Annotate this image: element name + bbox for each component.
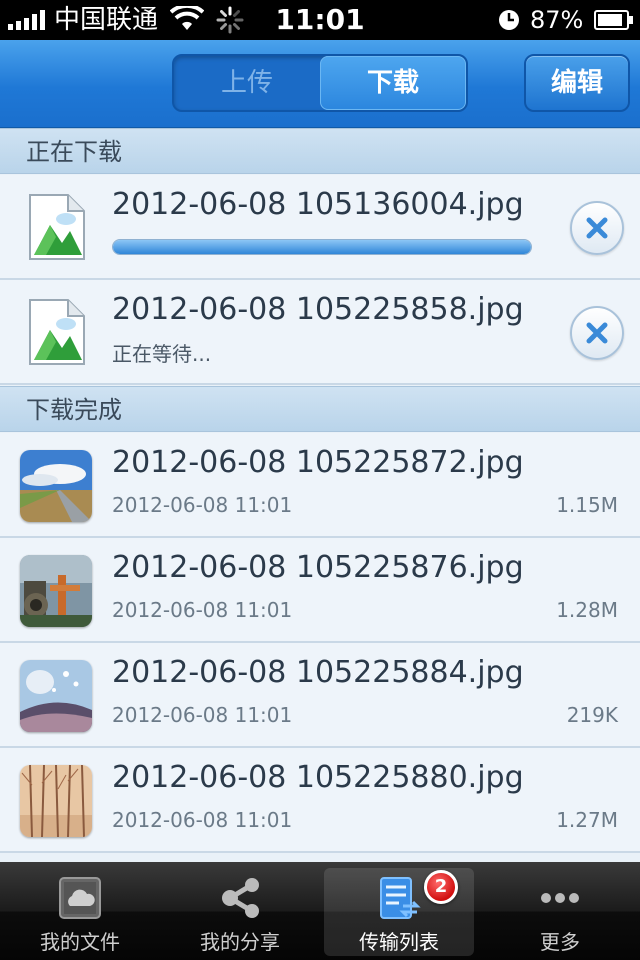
cancel-download-button[interactable] bbox=[570, 306, 624, 360]
tab-more[interactable]: 更多 bbox=[485, 868, 635, 956]
upload-download-segmented-control: 上传 下载 bbox=[172, 54, 468, 112]
file-size: 1.28M bbox=[556, 598, 618, 622]
image-file-icon bbox=[29, 194, 85, 260]
status-bar: 中国联通 11:01 87% bbox=[0, 0, 640, 40]
battery-icon bbox=[594, 10, 633, 30]
tab-label: 我的文件 bbox=[40, 930, 120, 954]
file-name: 2012-06-08 105225884.jpg bbox=[112, 655, 524, 690]
file-name: 2012-06-08 105225872.jpg bbox=[112, 445, 524, 480]
industrial-photo-thumbnail bbox=[20, 555, 92, 627]
more-icon bbox=[541, 893, 579, 903]
transfer-count-badge: 2 bbox=[424, 870, 458, 904]
close-icon bbox=[586, 322, 608, 344]
tab-transfer-list[interactable]: 2 传输列表 bbox=[324, 868, 474, 956]
dandelion-photo-thumbnail bbox=[20, 660, 92, 732]
clock-icon bbox=[499, 10, 519, 30]
transfer-list-icon bbox=[380, 877, 421, 919]
completed-file-row[interactable]: 2012-06-08 105225876.jpg 2012-06-08 11:0… bbox=[0, 538, 640, 643]
cancel-download-button[interactable] bbox=[570, 201, 624, 255]
close-icon bbox=[586, 217, 608, 239]
file-name: 2012-06-08 105136004.jpg bbox=[112, 187, 524, 222]
download-row[interactable]: 2012-06-08 105136004.jpg bbox=[0, 175, 640, 280]
completed-file-row[interactable]: 2012-06-08 105225880.jpg 2012-06-08 11:0… bbox=[0, 748, 640, 853]
file-size: 219K bbox=[566, 703, 618, 727]
completed-file-row[interactable]: 2012-06-08 105225884.jpg 2012-06-08 11:0… bbox=[0, 643, 640, 748]
section-header-completed: 下载完成 bbox=[0, 386, 640, 432]
file-date: 2012-06-08 11:01 bbox=[112, 493, 293, 517]
section-header-downloading: 正在下载 bbox=[0, 128, 640, 174]
download-progress-fill bbox=[113, 240, 531, 254]
download-status-text: 正在等待... bbox=[112, 342, 212, 366]
file-name: 2012-06-08 105225880.jpg bbox=[112, 760, 524, 795]
segment-upload[interactable]: 上传 bbox=[174, 56, 320, 110]
cloud-folder-icon bbox=[59, 877, 101, 919]
completed-file-row[interactable]: 2012-06-08 105225872.jpg 2012-06-08 11:0… bbox=[0, 433, 640, 538]
file-date: 2012-06-08 11:01 bbox=[112, 703, 293, 727]
download-progress-bar bbox=[112, 239, 532, 255]
road-sky-photo-thumbnail bbox=[20, 450, 92, 522]
file-size: 1.15M bbox=[556, 493, 618, 517]
file-name: 2012-06-08 105225858.jpg bbox=[112, 292, 524, 327]
navigation-bar: 上传 下载 编辑 bbox=[0, 40, 640, 128]
edit-button[interactable]: 编辑 bbox=[524, 54, 630, 112]
tab-my-files[interactable]: 我的文件 bbox=[5, 868, 155, 956]
file-size: 1.27M bbox=[556, 808, 618, 832]
tab-label: 我的分享 bbox=[200, 930, 280, 954]
tab-my-shares[interactable]: 我的分享 bbox=[165, 868, 315, 956]
share-icon bbox=[222, 878, 259, 918]
image-file-icon bbox=[29, 299, 85, 365]
file-name: 2012-06-08 105225876.jpg bbox=[112, 550, 524, 585]
file-date: 2012-06-08 11:01 bbox=[112, 598, 293, 622]
segment-download[interactable]: 下载 bbox=[320, 56, 466, 110]
download-row[interactable]: 2012-06-08 105225858.jpg 正在等待... bbox=[0, 280, 640, 385]
tab-label: 更多 bbox=[540, 930, 580, 954]
forest-photo-thumbnail bbox=[20, 765, 92, 837]
file-date: 2012-06-08 11:01 bbox=[112, 808, 293, 832]
tab-label: 传输列表 bbox=[359, 930, 439, 954]
battery-percent: 87% bbox=[530, 6, 584, 34]
tab-bar: 我的文件 我的分享 2 传输列表 更多 bbox=[0, 862, 640, 960]
